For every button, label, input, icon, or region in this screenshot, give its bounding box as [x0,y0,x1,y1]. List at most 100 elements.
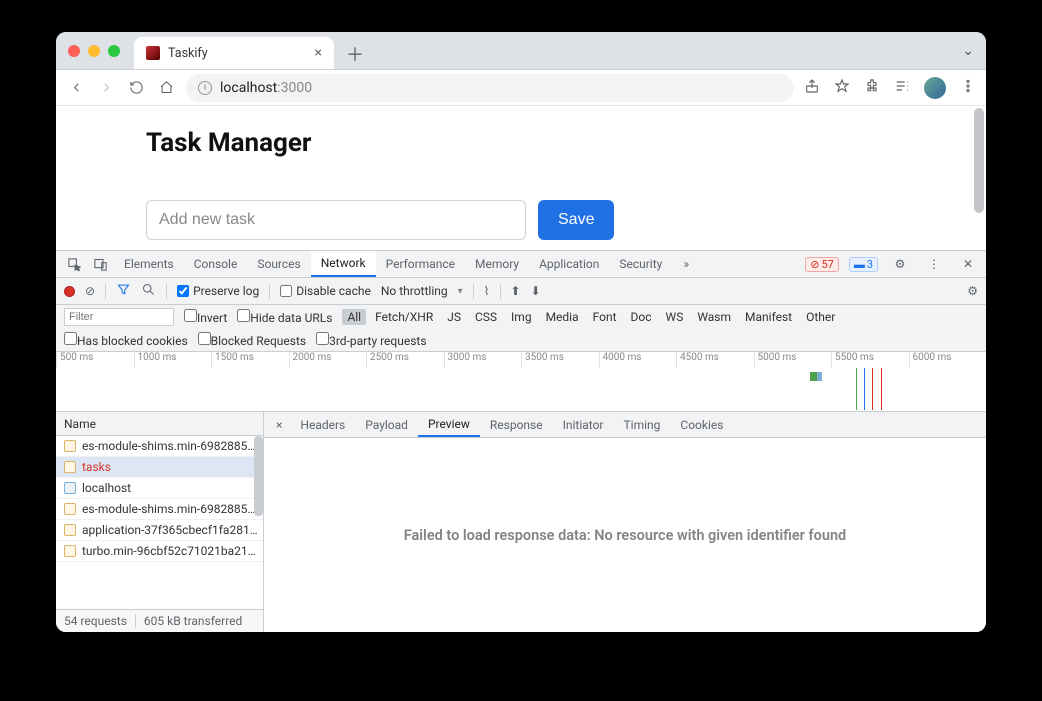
request-name: es-module-shims.min-6982885… [82,502,255,516]
menu-button[interactable] [960,78,976,98]
new-tab-button[interactable]: ＋ [340,39,370,69]
scrollbar[interactable] [254,436,263,516]
bookmark-button[interactable] [834,78,850,98]
tab-title: Taskify [168,46,208,61]
wifi-icon[interactable]: ⌇ [484,284,490,298]
search-icon[interactable] [141,282,156,300]
upload-icon[interactable]: ⬆︎ [511,284,521,298]
timeline-tick: 5500 ms [831,352,909,368]
extensions-button[interactable] [864,78,880,98]
request-row[interactable]: application-37f365cbecf1fa281… [56,520,263,541]
request-row[interactable]: tasks [56,457,263,478]
filter-input[interactable] [64,308,174,326]
blocked-requests-checkbox[interactable]: Blocked Requests [198,332,306,348]
filter-type-font[interactable]: Font [588,309,622,325]
tab-overflow-button[interactable]: ⌄ [962,43,974,59]
filter-icon[interactable] [116,282,131,300]
detail-tab-headers[interactable]: Headers [290,412,355,437]
info-badge[interactable]: ▬ 3 [849,257,878,272]
close-devtools-icon[interactable]: ✕ [956,257,980,271]
share-button[interactable] [804,78,820,98]
network-filters: Invert Hide data URLs AllFetch/XHRJSCSSI… [56,305,986,352]
request-row[interactable]: es-module-shims.min-6982885… [56,436,263,457]
filter-type-fetchxhr[interactable]: Fetch/XHR [370,309,438,325]
browser-tabs: Taskify × ＋ [134,32,370,69]
preserve-log-checkbox[interactable]: Preserve log [177,284,259,298]
detail-message: Failed to load response data: No resourc… [264,438,986,632]
devtools-tab-security[interactable]: Security [609,251,672,277]
maximize-window-button[interactable] [108,45,120,57]
devtools-tab-application[interactable]: Application [529,251,609,277]
request-list-panel: Name es-module-shims.min-6982885…taskslo… [56,412,264,632]
devtools-tab-sources[interactable]: Sources [247,251,310,277]
devtools-tab-elements[interactable]: Elements [114,251,184,277]
site-info-icon[interactable]: i [198,81,212,95]
filter-type-other[interactable]: Other [801,309,840,325]
url-host: localhost [220,80,277,96]
page-heading: Task Manager [146,128,896,158]
device-toggle-icon[interactable] [88,257,112,272]
record-button[interactable] [64,286,75,297]
request-row[interactable]: turbo.min-96cbf52c71021ba21… [56,541,263,562]
throttling-select[interactable]: No throttling [381,284,448,298]
filter-type-img[interactable]: Img [506,309,537,325]
reading-list-button[interactable] [894,78,910,98]
timeline-tick: 2500 ms [366,352,444,368]
blocked-cookies-checkbox[interactable]: Has blocked cookies [64,332,188,348]
devtools-tab-network[interactable]: Network [311,251,376,277]
browser-tab[interactable]: Taskify × [134,37,334,69]
close-tab-button[interactable]: × [315,45,322,61]
file-icon [64,545,76,557]
devtools-tab-performance[interactable]: Performance [376,251,465,277]
filter-type-wasm[interactable]: Wasm [692,309,736,325]
detail-tab-cookies[interactable]: Cookies [670,412,733,437]
inspect-icon[interactable] [62,257,86,272]
filter-type-doc[interactable]: Doc [626,309,657,325]
timeline-tick: 500 ms [56,352,134,368]
close-detail-icon[interactable]: × [268,418,290,432]
task-form: Save [146,200,896,240]
disable-cache-checkbox[interactable]: Disable cache [280,284,371,298]
detail-tab-preview[interactable]: Preview [418,412,480,437]
devtools-tabs: ElementsConsoleSourcesNetworkPerformance… [56,251,986,278]
devtools-tab-console[interactable]: Console [184,251,248,277]
filter-type-media[interactable]: Media [541,309,584,325]
third-party-checkbox[interactable]: 3rd-party requests [316,332,426,348]
settings-icon[interactable]: ⚙︎ [888,257,912,271]
forward-button[interactable] [96,78,116,98]
favicon-icon [146,46,160,60]
hide-data-urls-checkbox[interactable]: Hide data URLs [237,309,332,325]
filter-type-all[interactable]: All [342,309,366,325]
profile-avatar[interactable] [924,77,946,99]
more-icon[interactable]: ⋮ [922,257,946,271]
filter-type-css[interactable]: CSS [470,309,502,325]
window-scrollbar[interactable] [974,108,984,213]
network-timeline[interactable]: 500 ms1000 ms1500 ms2000 ms2500 ms3000 m… [56,352,986,412]
detail-tab-initiator[interactable]: Initiator [553,412,614,437]
more-tabs-icon[interactable]: » [674,257,698,271]
url-field[interactable]: i localhost:3000 [186,74,794,102]
download-icon[interactable]: ⬇︎ [531,284,541,298]
filter-type-js[interactable]: JS [442,309,466,325]
request-row[interactable]: localhost [56,478,263,499]
network-settings-icon[interactable]: ⚙︎ [967,284,978,298]
reload-button[interactable] [126,78,146,98]
close-window-button[interactable] [68,45,80,57]
detail-tab-response[interactable]: Response [480,412,553,437]
detail-tab-payload[interactable]: Payload [355,412,418,437]
detail-tab-timing[interactable]: Timing [614,412,671,437]
home-button[interactable] [156,78,176,98]
minimize-window-button[interactable] [88,45,100,57]
request-name: turbo.min-96cbf52c71021ba21… [82,544,256,558]
new-task-input[interactable] [146,200,526,240]
filter-type-ws[interactable]: WS [661,309,689,325]
save-button[interactable]: Save [538,200,614,240]
invert-checkbox[interactable]: Invert [184,309,227,325]
devtools-tab-memory[interactable]: Memory [465,251,529,277]
filter-type-manifest[interactable]: Manifest [740,309,797,325]
error-badge[interactable]: ⊘ 57 [805,257,839,272]
clear-button[interactable]: ⊘ [85,284,95,298]
request-row[interactable]: es-module-shims.min-6982885… [56,499,263,520]
request-list-header: Name [56,412,263,436]
back-button[interactable] [66,78,86,98]
